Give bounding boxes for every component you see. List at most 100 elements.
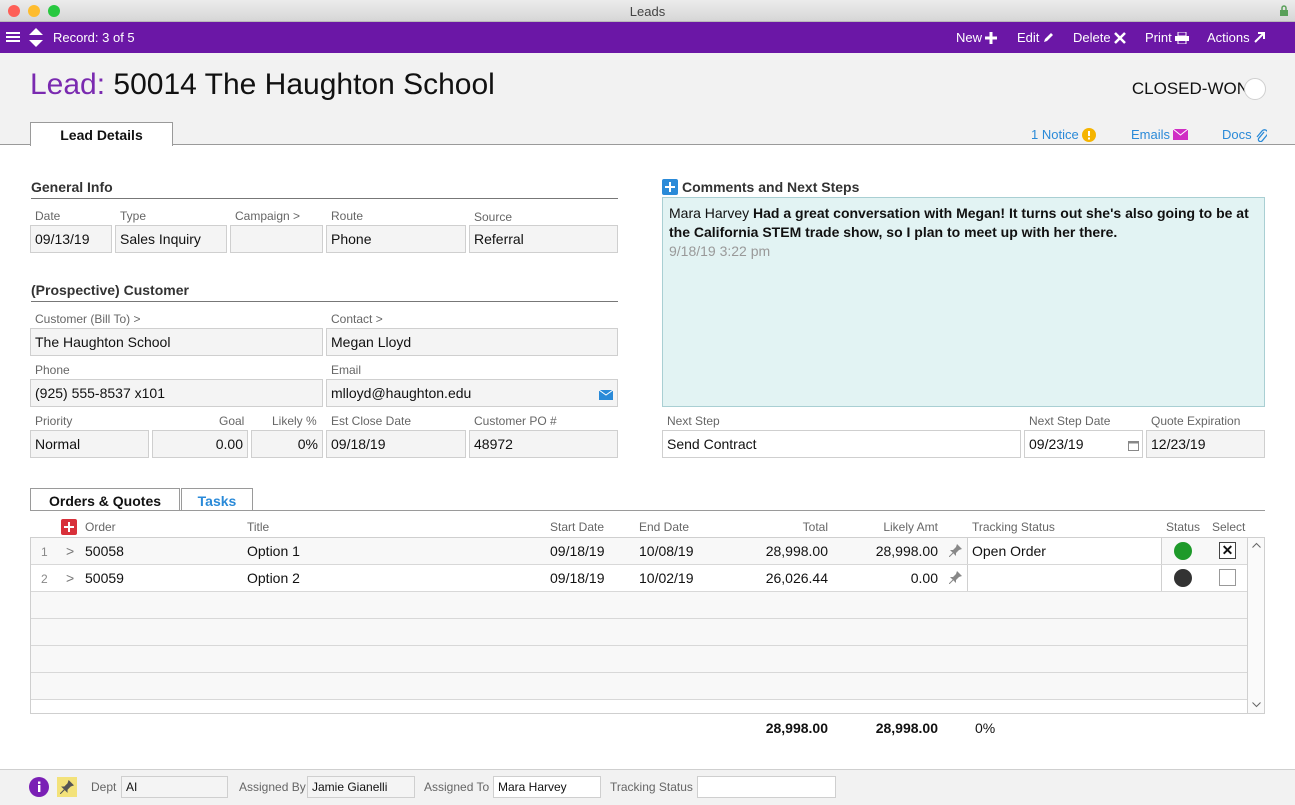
assigned-by-field[interactable]: Jamie Gianelli	[307, 776, 415, 798]
add-comment-icon[interactable]	[662, 179, 678, 198]
col-total[interactable]: Total	[728, 520, 828, 534]
po-field[interactable]: 48972	[469, 430, 618, 458]
customer-field[interactable]: The Haughton School	[30, 328, 323, 356]
new-button[interactable]: New	[956, 30, 998, 45]
pin-icon[interactable]	[948, 544, 962, 560]
email-field[interactable]: mlloyd@haughton.edu	[326, 379, 618, 407]
likely-label: Likely %	[272, 414, 317, 428]
select-checkbox[interactable]: ✕	[1219, 542, 1236, 559]
next-step-date-field[interactable]: 09/23/19	[1024, 430, 1143, 458]
stage-label: CLOSED-WON	[1131, 79, 1249, 98]
goal-field[interactable]: 0.00	[152, 430, 248, 458]
window-titlebar: Leads	[0, 0, 1295, 22]
tabs-divider	[30, 510, 1265, 511]
delete-label: Delete	[1073, 30, 1111, 45]
col-likely-amt[interactable]: Likely Amt	[838, 520, 938, 534]
emails-link[interactable]: Emails	[1131, 127, 1189, 142]
assigned-to-label: Assigned To	[424, 780, 490, 794]
priority-field[interactable]: Normal	[30, 430, 149, 458]
tab-orders-quotes[interactable]: Orders & Quotes	[30, 488, 180, 511]
notice-link[interactable]: 1 Notice	[1031, 127, 1096, 142]
date-field[interactable]: 09/13/19	[30, 225, 112, 253]
col-order[interactable]: Order	[85, 520, 116, 534]
sum-percent: 0%	[975, 720, 996, 736]
likely-field[interactable]: 0%	[251, 430, 323, 458]
menu-icon[interactable]	[6, 30, 20, 47]
campaign-label: Campaign >	[235, 209, 301, 223]
docs-link[interactable]: Docs	[1222, 127, 1267, 142]
contact-label[interactable]: Contact >	[331, 312, 383, 326]
tracking-status[interactable]	[967, 565, 1162, 591]
printer-icon	[1174, 31, 1189, 44]
arrow-out-icon	[1253, 32, 1265, 43]
tracking-status[interactable]: Open Order	[967, 538, 1162, 564]
add-order-icon[interactable]	[61, 519, 77, 538]
end-date: 10/02/19	[639, 570, 694, 586]
x-icon	[1113, 31, 1126, 44]
page-title: Lead: 50014 The Haughton School	[30, 68, 495, 102]
select-checkbox[interactable]	[1219, 569, 1236, 586]
tracking-status-field[interactable]	[697, 776, 836, 798]
col-title[interactable]: Title	[247, 520, 269, 534]
bill-to-label[interactable]: Customer (Bill To) >	[35, 312, 140, 326]
campaign-field[interactable]	[230, 225, 323, 253]
status-dot	[1174, 542, 1192, 560]
next-step-field[interactable]: Send Contract	[662, 430, 1021, 458]
title-text: 50014 The Haughton School	[113, 68, 495, 101]
type-field[interactable]: Sales Inquiry	[115, 225, 227, 253]
actions-button[interactable]: Actions	[1207, 30, 1266, 45]
order-number: 50059	[85, 570, 124, 586]
record-nav-icon[interactable]	[29, 28, 43, 50]
print-button[interactable]: Print	[1145, 30, 1189, 45]
table-row-empty	[31, 646, 1247, 673]
comments-heading: Comments and Next Steps	[682, 179, 860, 195]
record-counter: Record: 3 of 5	[53, 30, 135, 45]
scroll-down-icon[interactable]	[1252, 702, 1261, 708]
col-tracking-status[interactable]: Tracking Status	[972, 520, 1055, 534]
scroll-up-icon[interactable]	[1252, 542, 1261, 548]
col-select[interactable]: Select	[1212, 520, 1245, 534]
quote-expiration-field[interactable]: 12/23/19	[1146, 430, 1265, 458]
comments-box[interactable]: Mara Harvey Had a great conversation wit…	[662, 197, 1265, 407]
delete-button[interactable]: Delete	[1073, 30, 1126, 45]
email-send-icon[interactable]	[598, 387, 614, 403]
col-end-date[interactable]: End Date	[639, 520, 689, 534]
edit-button[interactable]: Edit	[1017, 30, 1055, 45]
dept-field[interactable]: AI	[121, 776, 228, 798]
col-status[interactable]: Status	[1166, 520, 1200, 534]
info-icon[interactable]	[29, 777, 49, 800]
envelope-icon	[1173, 129, 1189, 140]
source-label: Source	[474, 210, 513, 224]
table-row[interactable]: 2 > 50059 Option 2 09/18/19 10/02/19 26,…	[31, 565, 1247, 592]
table-scrollbar[interactable]	[1247, 538, 1264, 713]
route-label: Route	[331, 209, 364, 223]
order-title: Option 1	[247, 543, 300, 559]
phone-field[interactable]: (925) 555-8537 x101	[30, 379, 323, 407]
footer-bar: Dept AI Assigned By Jamie Gianelli Assig…	[0, 769, 1295, 805]
tab-lead-details[interactable]: Lead Details	[30, 122, 173, 146]
tab-tasks[interactable]: Tasks	[181, 488, 253, 510]
contact-field[interactable]: Megan Lloyd	[326, 328, 618, 356]
row-open-arrow[interactable]: >	[66, 570, 74, 586]
comment-author: Mara Harvey	[669, 205, 750, 221]
pin-icon[interactable]	[948, 571, 962, 587]
likely-amount: 0.00	[910, 570, 938, 586]
stage-toggle[interactable]	[1244, 78, 1266, 100]
assigned-to-field[interactable]: Mara Harvey	[493, 776, 601, 798]
phone-label: Phone	[35, 363, 70, 377]
paperclip-icon	[1256, 128, 1267, 142]
print-label: Print	[1145, 30, 1172, 45]
row-open-arrow[interactable]: >	[66, 543, 74, 559]
priority-label: Priority	[35, 414, 73, 428]
table-row[interactable]: 1 > 50058 Option 1 09/18/19 10/08/19 28,…	[31, 538, 1247, 565]
calendar-icon[interactable]	[1128, 438, 1139, 454]
route-field[interactable]: Phone	[326, 225, 466, 253]
edit-label: Edit	[1017, 30, 1040, 45]
new-label: New	[956, 30, 983, 45]
table-row-empty	[31, 673, 1247, 700]
pin-toggle[interactable]	[57, 777, 77, 797]
source-field[interactable]: Referral	[469, 225, 618, 253]
close-date-field[interactable]: 09/18/19	[326, 430, 466, 458]
order-number: 50058	[85, 543, 124, 559]
col-start-date[interactable]: Start Date	[550, 520, 604, 534]
